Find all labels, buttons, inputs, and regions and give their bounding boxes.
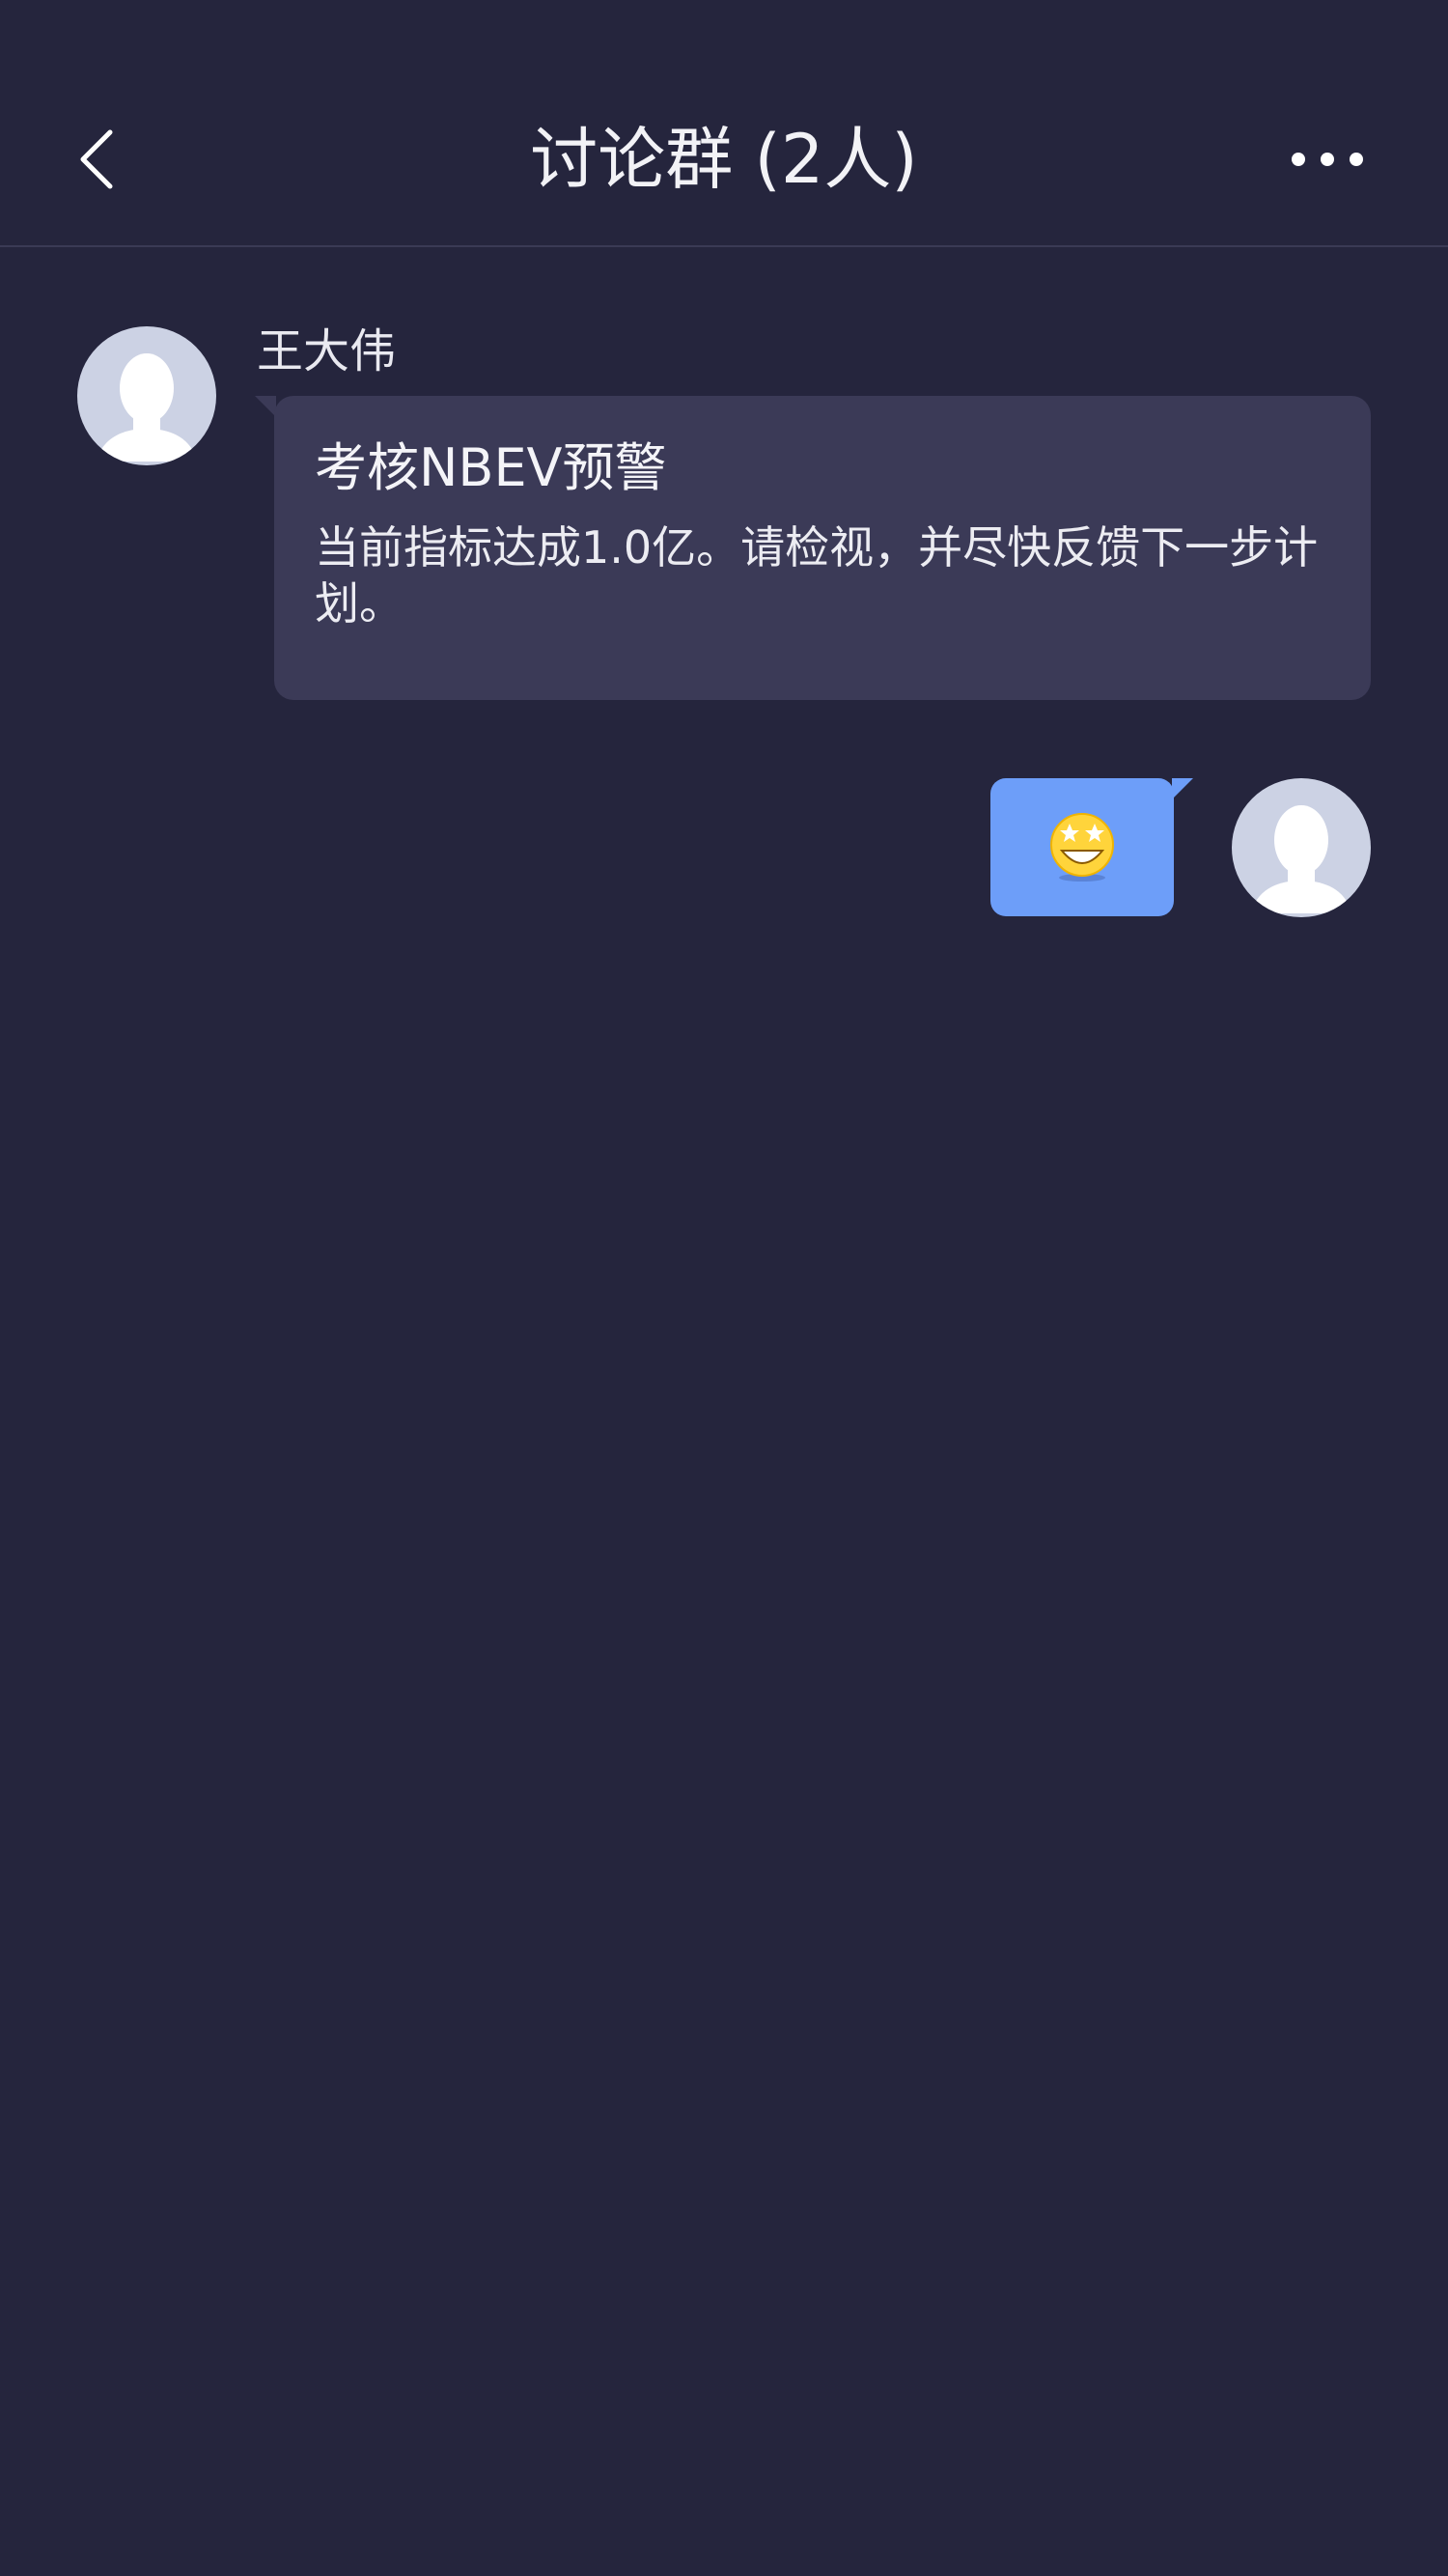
person-silhouette-icon (97, 353, 197, 462)
incoming-message-bubble[interactable]: 考核NBEV预警 当前指标达成1.0亿。请检视，并尽快反馈下一步计划。 (274, 396, 1371, 700)
back-button[interactable] (58, 116, 135, 203)
sender-avatar[interactable] (77, 326, 216, 465)
star-struck-emoji (1048, 812, 1116, 883)
chevron-left-icon (80, 129, 113, 189)
ellipsis-icon (1292, 153, 1363, 166)
page-title: 讨论群 (2人) (530, 120, 918, 199)
bubble-tail (1172, 778, 1193, 799)
sender-name: 王大伟 (257, 324, 397, 378)
my-avatar[interactable] (1232, 778, 1371, 917)
navigation-bar: 讨论群 (2人) (0, 0, 1448, 247)
message-body: 当前指标达成1.0亿。请检视，并尽快反馈下一步计划。 (315, 521, 1319, 630)
more-options-button[interactable] (1274, 126, 1380, 193)
bubble-tail (255, 396, 276, 417)
message-title: 考核NBEV预警 (315, 437, 667, 498)
person-silhouette-icon (1251, 805, 1351, 913)
outgoing-message-bubble[interactable] (990, 778, 1174, 916)
